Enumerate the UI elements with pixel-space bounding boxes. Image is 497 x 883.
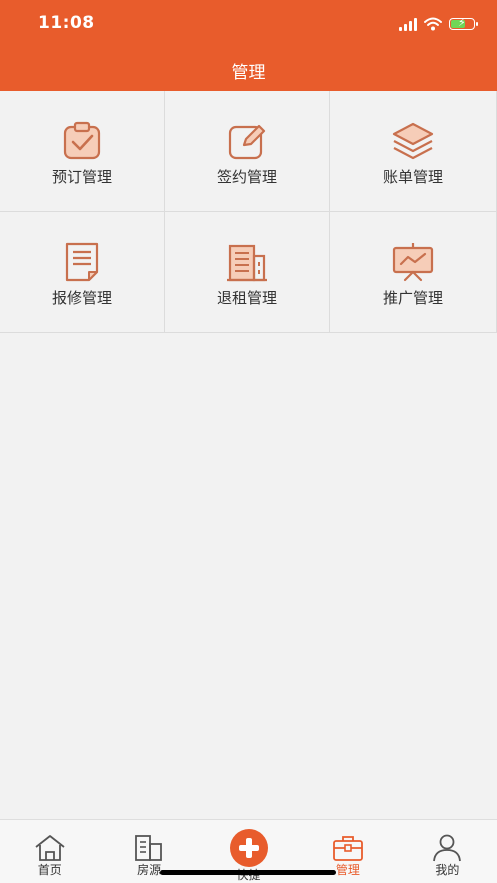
grid-item-label: 推广管理 [382,289,443,307]
grid-item-label: 报修管理 [51,289,112,307]
grid-item-checkout[interactable]: 退租管理 [165,212,330,333]
grid-item-label: 账单管理 [382,168,443,186]
document-icon [65,242,99,282]
tab-profile[interactable]: 我的 [398,820,497,883]
grid-item-repair[interactable]: 报修管理 [0,212,165,333]
clipboard-check-icon [63,121,101,160]
battery-icon: ⚡ [449,16,478,30]
status-time: 11:08 [38,13,95,33]
header: 11:08 ⚡ 管理 [0,0,497,91]
tab-home[interactable]: 首页 [0,820,99,883]
home-indicator [160,870,336,875]
bottom-tab-bar: 首页 房源 快捷 管理 我的 [0,819,497,883]
page-title: 管理 [231,63,266,83]
wifi-icon [424,17,442,31]
grid-item-label: 签约管理 [216,168,277,186]
user-icon [433,834,462,862]
building-icon [135,835,163,861]
presentation-board-icon [392,243,434,282]
grid-item-contract[interactable]: 签约管理 [165,91,330,212]
grid-item-promotion[interactable]: 推广管理 [330,212,497,333]
briefcase-icon [333,836,363,861]
tab-label: 管理 [335,863,360,877]
signal-icon [399,17,417,31]
status-icons: ⚡ [399,14,478,34]
grid-item-booking[interactable]: 预订管理 [0,91,165,212]
plus-icon [229,829,268,867]
layers-icon [392,122,434,160]
building-icon [227,244,267,282]
grid-item-bill[interactable]: 账单管理 [330,91,497,212]
grid-item-label: 预订管理 [51,168,112,186]
management-grid: 预订管理 签约管理 账单管理 报修管理 退租管理 推广管理 [0,91,497,333]
pen-edit-icon [228,124,266,160]
home-icon [35,835,65,861]
grid-item-label: 退租管理 [216,289,277,307]
tab-label: 我的 [435,863,460,877]
tab-label: 首页 [37,863,62,877]
tab-label: 房源 [137,863,162,877]
